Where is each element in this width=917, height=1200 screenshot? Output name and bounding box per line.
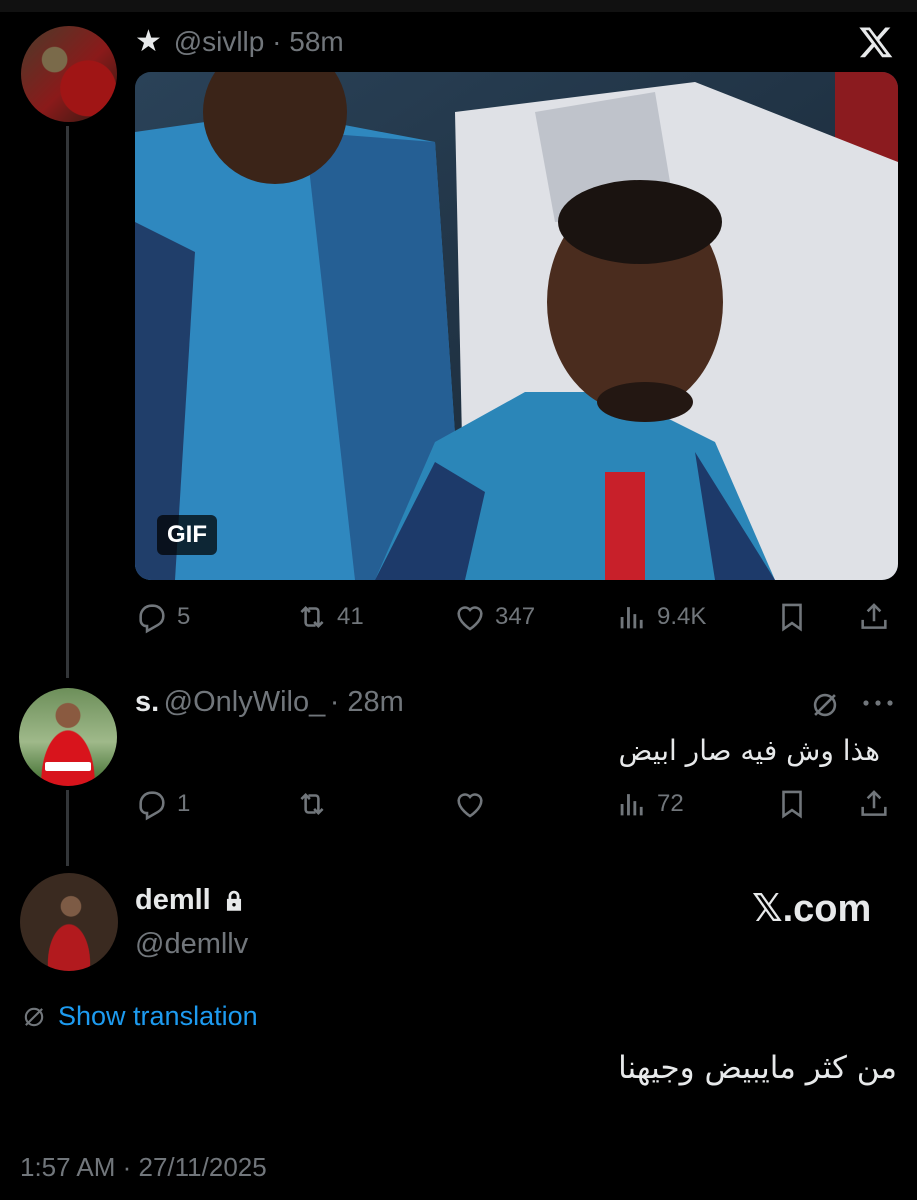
tweet1-handle[interactable]: @sivllp: [174, 26, 265, 57]
share-button[interactable]: [857, 784, 891, 824]
reply-time[interactable]: 28m: [347, 686, 403, 718]
top-status-strip: [0, 0, 917, 12]
translate-icon: [24, 1007, 44, 1026]
bookmark-icon: [782, 603, 802, 632]
like-icon: [457, 793, 483, 818]
main-handle[interactable]: @demllv: [135, 928, 248, 961]
like-count: 347: [495, 603, 536, 630]
tweet1-actions: 5 41 347 9.4K: [135, 597, 898, 637]
thread-line: [66, 790, 69, 866]
avatar-sivllp[interactable]: [21, 26, 117, 122]
tweet1-header: ★ @sivllp · 58m: [135, 25, 344, 58]
bookmark-button[interactable]: [775, 784, 809, 824]
bookmark-button[interactable]: [775, 597, 809, 637]
views-icon: [620, 607, 643, 629]
views-count: 9.4K: [657, 603, 707, 630]
more-icon[interactable]: [860, 688, 896, 718]
reply-count: 1: [177, 790, 191, 817]
repost-button[interactable]: 41: [295, 597, 364, 637]
reply-text: هذا وش فيه صار ابيض: [618, 734, 880, 767]
show-translation-link[interactable]: Show translation: [20, 1001, 258, 1032]
share-icon: [861, 790, 887, 816]
reply-icon: [139, 604, 165, 634]
like-button[interactable]: [453, 784, 487, 824]
avatar-demllv[interactable]: [20, 873, 118, 971]
share-button[interactable]: [857, 597, 891, 637]
views-icon: [620, 794, 643, 816]
main-timestamp[interactable]: 1:57 AM · 27/11/2025: [20, 1152, 267, 1183]
share-icon: [861, 603, 887, 629]
lock-icon: [226, 890, 241, 911]
reply-count: 5: [177, 603, 191, 630]
tweet1-media-gif[interactable]: GIF: [135, 72, 898, 580]
jersey-sponsor: [45, 762, 91, 771]
tweet1-time[interactable]: 58m: [289, 26, 343, 57]
views-count: 72: [657, 790, 684, 817]
views-button[interactable]: 72: [615, 784, 684, 824]
reply-actions: 1 72: [135, 784, 898, 824]
bookmark-icon: [782, 790, 802, 819]
avatar-onlywilo[interactable]: [19, 688, 117, 786]
reply-header: s. @OnlyWilo_ · 28m: [135, 686, 404, 718]
gif-badge: GIF: [157, 515, 217, 555]
reply-icon: [139, 791, 165, 821]
main-author: demll: [135, 884, 247, 917]
star-icon: ★: [135, 25, 162, 58]
translate-icon[interactable]: [808, 688, 842, 722]
show-translation-label: Show translation: [58, 1001, 258, 1031]
reply-button[interactable]: 1: [135, 784, 190, 824]
x-logo-icon: [858, 24, 894, 60]
like-button[interactable]: 347: [453, 597, 535, 637]
like-icon: [457, 606, 483, 631]
thread-line: [66, 126, 69, 678]
repost-button[interactable]: [295, 784, 329, 824]
main-display-name[interactable]: demll: [135, 884, 211, 917]
repost-count: 41: [337, 603, 364, 630]
repost-icon: [300, 605, 324, 629]
x-com-brand: 𝕏.com: [752, 888, 872, 930]
reply-display-name[interactable]: s.: [135, 686, 159, 718]
gif-frame-illustration: [135, 72, 898, 580]
reply-handle[interactable]: @OnlyWilo_: [164, 686, 326, 718]
repost-icon: [300, 792, 324, 816]
reply-button[interactable]: 5: [135, 597, 190, 637]
views-button[interactable]: 9.4K: [615, 597, 706, 637]
main-tweet-text: من كثر مايبيض وجيهنا: [618, 1050, 897, 1086]
